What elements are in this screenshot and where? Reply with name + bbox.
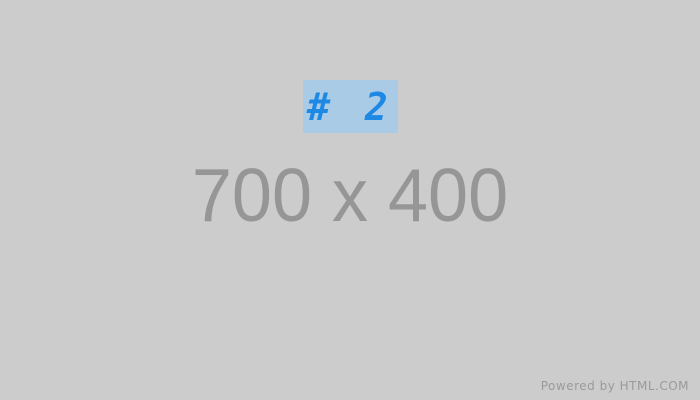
dimensions-label: 700 x 400 [191,154,509,238]
powered-by-footer: Powered by HTML.COM [540,379,689,393]
placeholder-image: # 2 700 x 400 Powered by HTML.COM [0,0,700,400]
number-tag: # 2 [303,80,398,133]
number-tag-label: # 2 [307,84,394,129]
